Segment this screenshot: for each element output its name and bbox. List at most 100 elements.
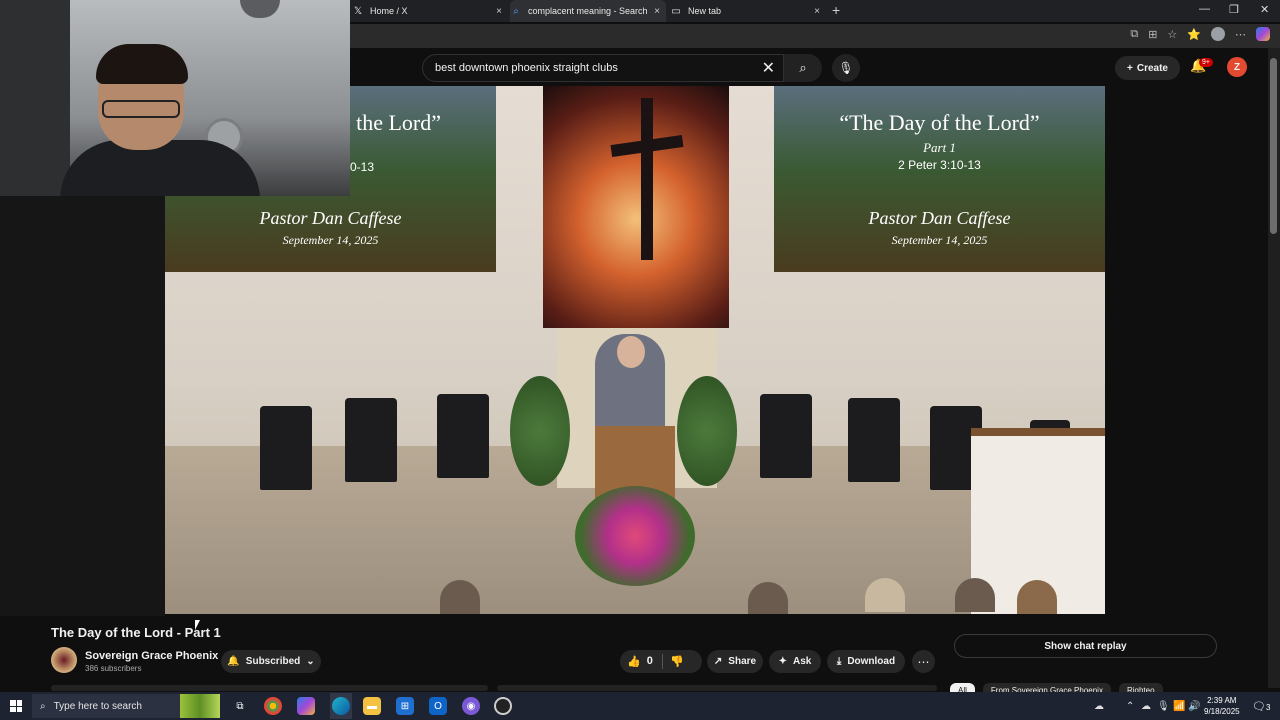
like-button[interactable]: 👍 0: [627, 655, 653, 668]
windows-start-icon[interactable]: [10, 700, 22, 712]
slide-date: September 14, 2025: [282, 233, 379, 247]
tab-home-x[interactable]: 𝕏 Home / X ×: [352, 0, 508, 22]
thumbs-up-icon: 👍: [627, 656, 641, 668]
slide-pastor: Pastor Dan Caffese: [259, 208, 402, 228]
search-input[interactable]: best downtown phoenix straight clubs ✕: [422, 54, 784, 82]
file-explorer-icon[interactable]: ▬: [363, 697, 381, 715]
like-count: 0: [646, 655, 653, 667]
scrollbar-thumb[interactable]: [1270, 58, 1277, 234]
close-tab-icon[interactable]: ×: [814, 6, 820, 17]
sunset-banner: [543, 86, 729, 328]
plant: [677, 376, 737, 486]
download-button[interactable]: ⤓ Download: [827, 650, 905, 673]
minimize-icon[interactable]: —: [1199, 3, 1210, 15]
chair: [437, 394, 489, 478]
taskbar-search-placeholder: Type here to search: [53, 700, 142, 712]
subscribed-button[interactable]: 🔔 Subscribed ⌄: [221, 650, 321, 673]
subscribed-label: Subscribed: [245, 656, 301, 667]
taskbar-clock[interactable]: 2:39 AM 9/18/2025: [1204, 695, 1240, 717]
task-view-icon[interactable]: ⧉: [231, 697, 249, 715]
ask-button[interactable]: ✦ Ask: [769, 650, 821, 673]
pastor-head: [617, 336, 645, 368]
congregant: [1017, 580, 1057, 614]
chair: [345, 398, 397, 482]
chair: [848, 398, 900, 482]
volume-icon[interactable]: 🔊: [1188, 701, 1200, 712]
maximize-icon[interactable]: ❐: [1229, 3, 1239, 16]
collections-icon[interactable]: ⭐: [1187, 28, 1201, 41]
create-button[interactable]: + Create: [1115, 56, 1180, 80]
chevron-down-icon: ⌄: [306, 656, 315, 667]
more-actions-button[interactable]: ⋯: [912, 650, 935, 673]
download-label: Download: [847, 656, 896, 667]
comments-edge: [497, 685, 937, 691]
notification-badge: 9+: [1199, 58, 1213, 67]
download-icon: ⤓: [836, 656, 842, 667]
close-window-icon[interactable]: ✕: [1260, 3, 1269, 16]
mouse-cursor-icon: [195, 620, 200, 630]
plus-icon: +: [1127, 62, 1133, 74]
channel-avatar[interactable]: [51, 647, 77, 673]
voice-search-button[interactable]: 🎙: [832, 54, 860, 82]
copilot-app-icon[interactable]: [297, 697, 315, 715]
clock-date: 9/18/2025: [1204, 707, 1240, 716]
right-slide-panel: “The Day of the Lord” Part 1 2 Peter 3:1…: [774, 86, 1105, 272]
dislike-button[interactable]: 👎: [670, 655, 684, 668]
tab-new[interactable]: ▭ New tab ×: [670, 0, 826, 22]
slide-title: “The Day of the Lord”: [839, 110, 1040, 135]
search-icon: ⌕: [40, 700, 46, 712]
slide-part: Part 1: [923, 140, 956, 155]
create-label: Create: [1136, 62, 1168, 74]
chrome-icon[interactable]: [264, 697, 282, 715]
new-tab-button[interactable]: +: [832, 2, 840, 18]
sparkle-icon: ✦: [778, 656, 788, 667]
close-tab-icon[interactable]: ×: [496, 6, 502, 17]
microphone-icon: 🎙: [838, 61, 854, 75]
obs-icon[interactable]: [494, 697, 512, 715]
description-edge: [51, 685, 488, 691]
webcam-ceiling-fan: [240, 0, 280, 18]
search-highlight-image: [180, 694, 220, 718]
notification-center-icon[interactable]: 🗨3: [1252, 700, 1270, 713]
edge-icon[interactable]: [332, 697, 350, 715]
tab-label: complacent meaning - Search: [528, 6, 648, 16]
tab-search[interactable]: ⌕ complacent meaning - Search ×: [510, 0, 666, 22]
more-menu-icon[interactable]: ⋯: [1235, 28, 1246, 41]
show-chat-replay-button[interactable]: Show chat replay: [954, 634, 1217, 658]
slide-reference: 2 Peter 3:10-13: [898, 158, 981, 172]
share-button[interactable]: ↗ Share: [707, 650, 763, 673]
slide-pastor: Pastor Dan Caffese: [868, 208, 1011, 228]
onedrive-icon[interactable]: ☁: [1141, 701, 1151, 712]
subscriber-count: 386 subscribers: [85, 664, 142, 673]
wifi-icon[interactable]: 📶: [1173, 701, 1185, 712]
chair: [260, 406, 312, 490]
weather-icon[interactable]: ☁: [1094, 701, 1104, 712]
newtab-icon: ▭: [671, 5, 681, 17]
flower-arrangement: [575, 486, 695, 586]
right-background: [1105, 86, 1268, 616]
favorite-star-icon[interactable]: ☆: [1167, 28, 1177, 41]
tray-expand-icon[interactable]: ⌃: [1126, 701, 1134, 712]
webcam-person-glasses: [102, 100, 180, 118]
thumbs-down-icon: 👎: [670, 656, 684, 668]
store-icon[interactable]: ⊞: [396, 697, 414, 715]
close-tab-icon[interactable]: ×: [654, 6, 660, 17]
channel-name[interactable]: Sovereign Grace Phoenix: [85, 650, 218, 662]
user-avatar[interactable]: Z: [1227, 57, 1247, 77]
microphone-tray-icon[interactable]: 🎙: [1157, 701, 1170, 712]
teams-chat-icon[interactable]: ◉: [462, 697, 480, 715]
x-logo-icon: 𝕏: [353, 5, 363, 17]
copilot-icon[interactable]: [1256, 27, 1270, 41]
webcam-wall: [0, 0, 70, 196]
congregant: [865, 578, 905, 612]
profile-avatar[interactable]: [1211, 27, 1225, 41]
toolbar-icons: ⧉ ⊞ ☆ ⭐ ⋯: [1130, 27, 1270, 41]
apps-icon[interactable]: ⊞: [1148, 28, 1157, 41]
search-button[interactable]: ⌕: [784, 54, 822, 82]
extensions-icon[interactable]: ⧉: [1130, 28, 1138, 41]
outlook-icon[interactable]: O: [429, 697, 447, 715]
clear-search-icon[interactable]: ✕: [762, 58, 775, 78]
webcam-person-body: [60, 140, 260, 196]
search-icon: ⌕: [799, 60, 807, 75]
slide-date: September 14, 2025: [891, 233, 988, 247]
